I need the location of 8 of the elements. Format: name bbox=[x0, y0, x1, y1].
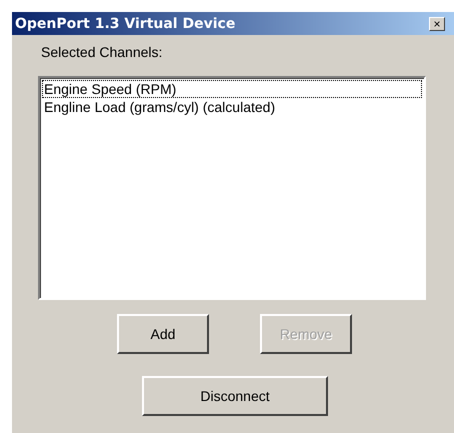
list-label: Selected Channels: bbox=[41, 43, 164, 62]
window-title: OpenPort 1.3 Virtual Device bbox=[15, 16, 236, 32]
close-button[interactable]: × bbox=[429, 16, 445, 30]
dialog-button[interactable]: Add bbox=[117, 314, 209, 354]
disconnect-button[interactable]: Disconnect bbox=[142, 376, 328, 416]
list-item[interactable]: Engline Load (grams/cyl) (calculated) bbox=[42, 98, 422, 116]
list-item[interactable]: Engine Speed (RPM) bbox=[42, 80, 422, 98]
channel-list[interactable]: Engine Speed (RPM) Engline Load (grams/cyl) (calculated) bbox=[38, 76, 426, 300]
